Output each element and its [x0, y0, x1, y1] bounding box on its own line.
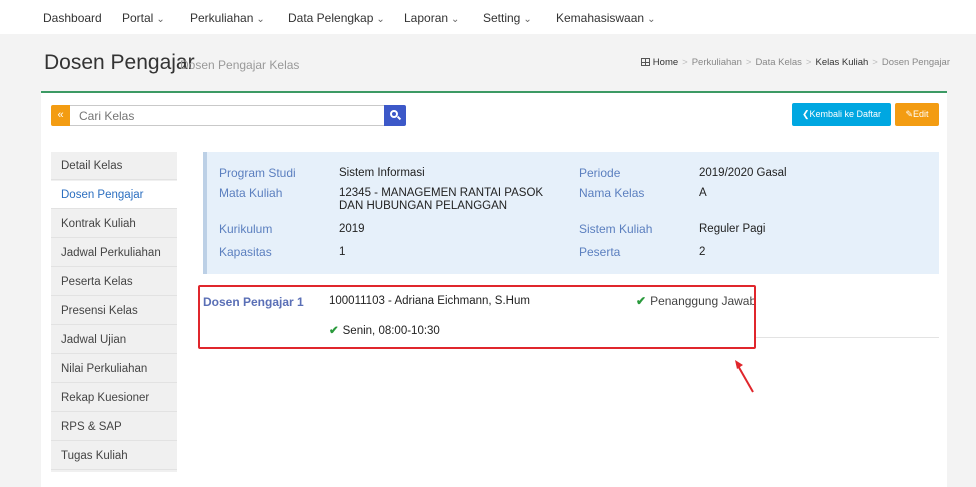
- page-subtitle: Dosen Pengajar Kelas: [180, 58, 300, 72]
- kapasitas-value: 1: [339, 246, 346, 258]
- sidebar-item-kontrak-kuliah[interactable]: Kontrak Kuliah: [51, 210, 177, 238]
- periode-value: 2019/2020 Gasal: [699, 167, 787, 179]
- chevron-down-icon: ⌄: [647, 14, 656, 25]
- breadcrumb-kelas-kuliah[interactable]: Kelas Kuliah: [815, 57, 868, 68]
- nav-setting[interactable]: Setting ⌄: [483, 11, 532, 25]
- annotation-arrow-icon: [735, 360, 754, 393]
- sistem-kuliah-value: Reguler Pagi: [699, 223, 766, 235]
- peserta-label: Peserta: [579, 245, 621, 259]
- breadcrumb-perkuliahan[interactable]: Perkuliahan: [692, 57, 742, 68]
- nav-data-pelengkap[interactable]: Data Pelengkap ⌄: [288, 11, 385, 25]
- kurikulum-value: 2019: [339, 223, 365, 235]
- page-title: Dosen Pengajar: [44, 51, 195, 74]
- top-navbar: Dashboard Portal ⌄ Perkuliahan ⌄ Data Pele…: [0, 0, 976, 34]
- grid-icon: [640, 58, 650, 66]
- sidebar-item-presensi-kelas[interactable]: Presensi Kelas: [51, 297, 177, 325]
- highlight-box: [198, 285, 756, 349]
- chevron-down-icon: ⌄: [156, 14, 165, 25]
- nav-kemahasiswaan[interactable]: Kemahasiswaan ⌄: [556, 11, 655, 25]
- sidebar-item-rps-sap[interactable]: RPS & SAP: [51, 413, 177, 441]
- periode-label: Periode: [579, 166, 621, 180]
- sidebar-toggle-button[interactable]: «: [51, 105, 70, 126]
- nav-dashboard[interactable]: Dashboard: [43, 11, 102, 25]
- mata-kuliah-value: 12345 - MANAGEMEN RANTAI PASOK DAN HUBUN…: [339, 187, 544, 212]
- kapasitas-label: Kapasitas: [219, 245, 272, 259]
- nama-kelas-value: A: [699, 187, 707, 199]
- sidebar-item-tugas-kuliah[interactable]: Tugas Kuliah: [51, 442, 177, 470]
- class-sidebar: Detail Kelas Dosen Pengajar Kontrak Kuli…: [51, 152, 177, 472]
- sidebar-item-peserta-kelas[interactable]: Peserta Kelas: [51, 268, 177, 296]
- chevron-down-icon: ⌄: [523, 14, 532, 25]
- program-studi-value: Sistem Informasi: [339, 167, 425, 179]
- nav-perkuliahan[interactable]: Perkuliahan ⌄: [190, 11, 265, 25]
- breadcrumb-data-kelas[interactable]: Data Kelas: [755, 57, 801, 68]
- peserta-value: 2: [699, 246, 706, 258]
- sidebar-item-detail-kelas[interactable]: Detail Kelas: [51, 152, 177, 180]
- breadcrumb-dosen-pengajar: Dosen Pengajar: [881, 57, 950, 68]
- back-to-list-button[interactable]: ❮Kembali ke Daftar: [792, 103, 891, 126]
- search-button[interactable]: [384, 105, 406, 126]
- edit-button[interactable]: ✎Edit: [895, 103, 939, 126]
- sistem-kuliah-label: Sistem Kuliah: [579, 222, 653, 236]
- sidebar-item-jadwal-ujian[interactable]: Jadwal Ujian: [51, 326, 177, 354]
- nama-kelas-label: Nama Kelas: [579, 186, 645, 200]
- kurikulum-label: Kurikulum: [219, 222, 273, 236]
- row-divider: [754, 337, 939, 338]
- chevron-down-icon: ⌄: [451, 14, 460, 25]
- chevron-down-icon: ⌄: [256, 14, 265, 25]
- search-input[interactable]: [70, 105, 385, 126]
- breadcrumb: Home > Perkuliahan > Data Kelas > Kelas Kuliah…: [640, 57, 950, 68]
- sidebar-item-jadwal-perkuliahan[interactable]: Jadwal Perkuliahan: [51, 239, 177, 267]
- chevron-down-icon: ⌄: [376, 14, 385, 25]
- mata-kuliah-label: Mata Kuliah: [219, 186, 283, 200]
- program-studi-label: Program Studi: [219, 166, 296, 180]
- sidebar-item-nilai-perkuliahan[interactable]: Nilai Perkuliahan: [51, 355, 177, 383]
- nav-laporan[interactable]: Laporan ⌄: [404, 11, 459, 25]
- sidebar-item-rekap-kuesioner[interactable]: Rekap Kuesioner: [51, 384, 177, 412]
- sidebar-item-dosen-pengajar[interactable]: Dosen Pengajar: [51, 181, 177, 209]
- breadcrumb-home[interactable]: Home: [653, 57, 678, 68]
- nav-portal[interactable]: Portal ⌄: [122, 11, 165, 25]
